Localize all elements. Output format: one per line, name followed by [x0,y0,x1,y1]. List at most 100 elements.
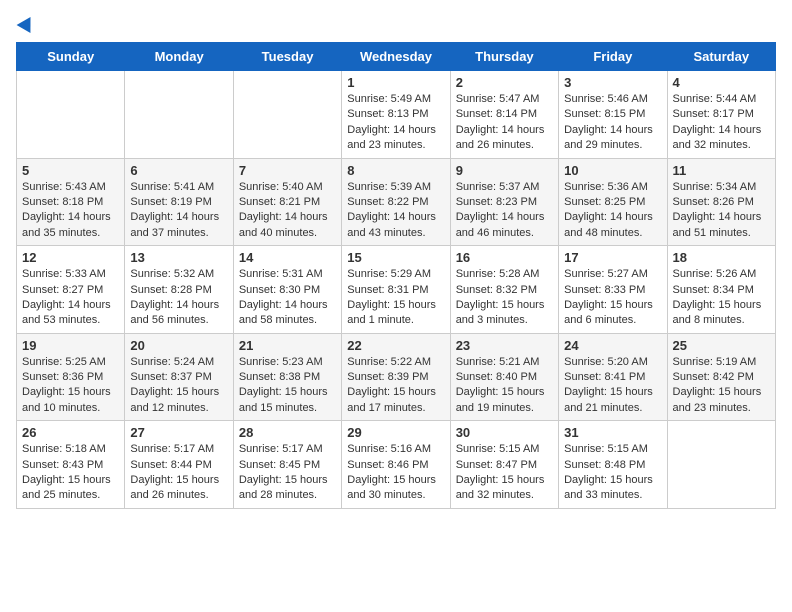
day-number: 13 [130,250,227,265]
calendar-day-cell: 17 Sunrise: 5:27 AM Sunset: 8:33 PM Dayli… [559,246,667,334]
day-info: Sunrise: 5:24 AM Sunset: 8:37 PM Dayligh… [130,355,227,417]
day-info: Sunrise: 5:20 AM Sunset: 8:41 PM Dayligh… [564,355,661,417]
day-number: 2 [456,75,553,90]
day-info: Sunrise: 5:17 AM Sunset: 8:45 PM Dayligh… [239,442,336,504]
day-number: 11 [673,163,770,178]
calendar-day-cell [667,421,775,509]
day-info: Sunrise: 5:36 AM Sunset: 8:25 PM Dayligh… [564,180,661,242]
day-number: 8 [347,163,444,178]
calendar-day-cell [125,71,233,159]
day-info: Sunrise: 5:15 AM Sunset: 8:47 PM Dayligh… [456,442,553,504]
calendar-day-cell: 23 Sunrise: 5:21 AM Sunset: 8:40 PM Dayli… [450,333,558,421]
day-number: 28 [239,425,336,440]
day-info: Sunrise: 5:25 AM Sunset: 8:36 PM Dayligh… [22,355,119,417]
calendar-day-cell [233,71,341,159]
day-of-week-header: Friday [559,43,667,71]
day-info: Sunrise: 5:21 AM Sunset: 8:40 PM Dayligh… [456,355,553,417]
day-info: Sunrise: 5:39 AM Sunset: 8:22 PM Dayligh… [347,180,444,242]
day-info: Sunrise: 5:46 AM Sunset: 8:15 PM Dayligh… [564,92,661,154]
day-info: Sunrise: 5:19 AM Sunset: 8:42 PM Dayligh… [673,355,770,417]
day-info: Sunrise: 5:22 AM Sunset: 8:39 PM Dayligh… [347,355,444,417]
day-info: Sunrise: 5:44 AM Sunset: 8:17 PM Dayligh… [673,92,770,154]
day-info: Sunrise: 5:41 AM Sunset: 8:19 PM Dayligh… [130,180,227,242]
day-of-week-header: Thursday [450,43,558,71]
day-info: Sunrise: 5:23 AM Sunset: 8:38 PM Dayligh… [239,355,336,417]
day-info: Sunrise: 5:34 AM Sunset: 8:26 PM Dayligh… [673,180,770,242]
day-number: 4 [673,75,770,90]
day-number: 6 [130,163,227,178]
day-number: 7 [239,163,336,178]
day-number: 18 [673,250,770,265]
calendar-day-cell: 21 Sunrise: 5:23 AM Sunset: 8:38 PM Dayli… [233,333,341,421]
calendar-day-cell: 19Sunrise: 5:25 AM Sunset: 8:36 PM Dayli… [17,333,125,421]
day-number: 16 [456,250,553,265]
day-number: 24 [564,338,661,353]
day-info: Sunrise: 5:33 AM Sunset: 8:27 PM Dayligh… [22,267,119,329]
calendar-day-cell: 31 Sunrise: 5:15 AM Sunset: 8:48 PM Dayli… [559,421,667,509]
calendar-body: 1Sunrise: 5:49 AM Sunset: 8:13 PM Daylig… [17,71,776,509]
calendar-table: SundayMondayTuesdayWednesdayThursdayFrid… [16,42,776,509]
day-number: 22 [347,338,444,353]
calendar-day-cell: 13 Sunrise: 5:32 AM Sunset: 8:28 PM Dayli… [125,246,233,334]
day-info: Sunrise: 5:47 AM Sunset: 8:14 PM Dayligh… [456,92,553,154]
calendar-day-cell: 29 Sunrise: 5:16 AM Sunset: 8:46 PM Dayli… [342,421,450,509]
day-info: Sunrise: 5:31 AM Sunset: 8:30 PM Dayligh… [239,267,336,329]
calendar-day-cell: 5Sunrise: 5:43 AM Sunset: 8:18 PM Daylig… [17,158,125,246]
day-number: 31 [564,425,661,440]
calendar-day-cell: 26Sunrise: 5:18 AM Sunset: 8:43 PM Dayli… [17,421,125,509]
logo-triangle-icon [17,13,38,33]
calendar-day-cell: 1Sunrise: 5:49 AM Sunset: 8:13 PM Daylig… [342,71,450,159]
calendar-day-cell: 9 Sunrise: 5:37 AM Sunset: 8:23 PM Daylig… [450,158,558,246]
day-number: 17 [564,250,661,265]
calendar-day-cell: 7 Sunrise: 5:40 AM Sunset: 8:21 PM Daylig… [233,158,341,246]
day-info: Sunrise: 5:17 AM Sunset: 8:44 PM Dayligh… [130,442,227,504]
day-info: Sunrise: 5:27 AM Sunset: 8:33 PM Dayligh… [564,267,661,329]
day-info: Sunrise: 5:28 AM Sunset: 8:32 PM Dayligh… [456,267,553,329]
calendar-day-cell: 18 Sunrise: 5:26 AM Sunset: 8:34 PM Dayli… [667,246,775,334]
calendar-day-cell: 6 Sunrise: 5:41 AM Sunset: 8:19 PM Daylig… [125,158,233,246]
calendar-day-cell: 27 Sunrise: 5:17 AM Sunset: 8:44 PM Dayli… [125,421,233,509]
day-info: Sunrise: 5:37 AM Sunset: 8:23 PM Dayligh… [456,180,553,242]
day-number: 30 [456,425,553,440]
logo [16,16,35,30]
calendar-day-cell: 14Sunrise: 5:31 AM Sunset: 8:30 PM Dayli… [233,246,341,334]
calendar-day-cell: 20Sunrise: 5:24 AM Sunset: 8:37 PM Dayli… [125,333,233,421]
day-info: Sunrise: 5:16 AM Sunset: 8:46 PM Dayligh… [347,442,444,504]
calendar-week-row: 19Sunrise: 5:25 AM Sunset: 8:36 PM Dayli… [17,333,776,421]
calendar-week-row: 26Sunrise: 5:18 AM Sunset: 8:43 PM Dayli… [17,421,776,509]
calendar-day-cell: 22 Sunrise: 5:22 AM Sunset: 8:39 PM Dayli… [342,333,450,421]
day-of-week-header: Wednesday [342,43,450,71]
day-number: 27 [130,425,227,440]
calendar-day-cell: 11 Sunrise: 5:34 AM Sunset: 8:26 PM Dayli… [667,158,775,246]
day-of-week-header: Monday [125,43,233,71]
day-number: 10 [564,163,661,178]
day-number: 12 [22,250,119,265]
day-info: Sunrise: 5:40 AM Sunset: 8:21 PM Dayligh… [239,180,336,242]
calendar-day-cell: 15 Sunrise: 5:29 AM Sunset: 8:31 PM Dayli… [342,246,450,334]
day-number: 9 [456,163,553,178]
day-info: Sunrise: 5:29 AM Sunset: 8:31 PM Dayligh… [347,267,444,329]
calendar-day-cell: 24 Sunrise: 5:20 AM Sunset: 8:41 PM Dayli… [559,333,667,421]
day-of-week-header: Tuesday [233,43,341,71]
day-of-week-header: Saturday [667,43,775,71]
day-of-week-header: Sunday [17,43,125,71]
calendar-week-row: 1Sunrise: 5:49 AM Sunset: 8:13 PM Daylig… [17,71,776,159]
day-number: 15 [347,250,444,265]
calendar-week-row: 5Sunrise: 5:43 AM Sunset: 8:18 PM Daylig… [17,158,776,246]
calendar-day-cell: 16 Sunrise: 5:28 AM Sunset: 8:32 PM Dayli… [450,246,558,334]
day-number: 23 [456,338,553,353]
calendar-week-row: 12 Sunrise: 5:33 AM Sunset: 8:27 PM Dayli… [17,246,776,334]
day-number: 25 [673,338,770,353]
calendar-day-cell: 2 Sunrise: 5:47 AM Sunset: 8:14 PM Daylig… [450,71,558,159]
calendar-day-cell: 25 Sunrise: 5:19 AM Sunset: 8:42 PM Dayli… [667,333,775,421]
day-info: Sunrise: 5:32 AM Sunset: 8:28 PM Dayligh… [130,267,227,329]
calendar-day-cell: 8 Sunrise: 5:39 AM Sunset: 8:22 PM Daylig… [342,158,450,246]
day-number: 21 [239,338,336,353]
day-info: Sunrise: 5:26 AM Sunset: 8:34 PM Dayligh… [673,267,770,329]
day-info: Sunrise: 5:15 AM Sunset: 8:48 PM Dayligh… [564,442,661,504]
days-of-week-row: SundayMondayTuesdayWednesdayThursdayFrid… [17,43,776,71]
day-number: 29 [347,425,444,440]
day-number: 1 [347,75,444,90]
day-info: Sunrise: 5:43 AM Sunset: 8:18 PM Dayligh… [22,180,119,242]
page-header [16,16,776,30]
